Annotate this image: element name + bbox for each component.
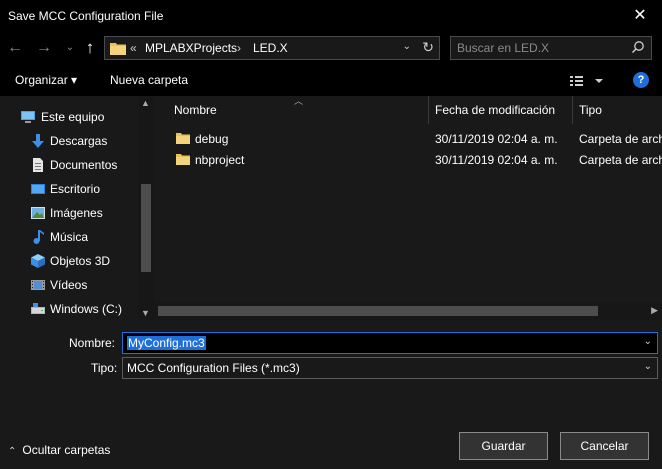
column-header-name[interactable]: Nombre [174, 96, 428, 124]
file-name: nbproject [195, 153, 245, 167]
breadcrumb-mplabxprojects[interactable]: MPLABXProjects [145, 41, 237, 55]
file-type: Carpeta de archivos [579, 132, 662, 146]
save-form: Nombre: MyConfig.mc3 ⌄ Tipo: MCC Configu… [0, 320, 662, 469]
breadcrumb-led-x[interactable]: LED.X [253, 41, 288, 55]
folder-icon [110, 43, 126, 55]
sidebar-item-este-equipo[interactable]: Este equipo [0, 105, 138, 129]
hide-folders-toggle[interactable]: ⌃ Ocultar carpetas [8, 443, 110, 457]
column-divider[interactable] [428, 96, 429, 124]
sidebar-item-label: Música [50, 230, 89, 244]
sidebar-item-label: Descargas [50, 134, 108, 148]
sidebar-item-musica[interactable]: Música [0, 225, 138, 249]
sidebar-item-label: Documentos [50, 158, 118, 172]
folder-icon [176, 133, 190, 144]
file-name-value[interactable]: MyConfig.mc3 [127, 336, 206, 350]
search-box [450, 36, 652, 60]
back-arrow-icon[interactable]: ← [5, 38, 25, 58]
file-list: ︿ Nombre Fecha de modificación Tipo debu… [154, 96, 662, 320]
new-folder-button[interactable]: Nueva carpeta [110, 73, 188, 87]
organize-menu-button[interactable]: Organizar ▾ [15, 73, 77, 87]
sidebar-item-label: Este equipo [41, 110, 105, 124]
file-name-label: Nombre: [69, 336, 116, 350]
title-bar: Save MCC Configuration File ✕ [0, 0, 662, 32]
file-type-label: Tipo: [91, 361, 118, 375]
sidebar-item-windows-c[interactable]: Windows (C:) [0, 297, 138, 320]
sidebar-item-label: Objetos 3D [50, 254, 111, 268]
file-type-value: MCC Configuration Files (*.mc3) [127, 361, 300, 375]
forward-arrow-icon[interactable]: → [34, 38, 54, 58]
file-name: debug [195, 132, 229, 146]
navigation-pane: Este equipo Descargas Documentos Escrito… [0, 96, 154, 320]
help-icon[interactable]: ? [633, 72, 649, 88]
sidebar-scroll-thumb[interactable] [141, 184, 151, 272]
scroll-up-icon[interactable]: ▲ [141, 98, 150, 108]
sidebar-item-label: Windows (C:) [50, 302, 123, 316]
sidebar-item-escritorio[interactable]: Escritorio [0, 177, 138, 201]
column-header-date[interactable]: Fecha de modificación [435, 96, 572, 124]
column-divider[interactable] [572, 96, 573, 124]
column-header-type[interactable]: Tipo [579, 96, 662, 124]
search-input[interactable] [457, 40, 617, 56]
command-toolbar: Organizar ▾ Nueva carpeta ? [0, 64, 662, 96]
file-type-select[interactable]: MCC Configuration Files (*.mc3) ⌄ [122, 357, 658, 379]
sidebar-item-documentos[interactable]: Documentos [0, 153, 138, 177]
sidebar-item-label: Escritorio [50, 182, 101, 196]
sidebar-item-videos[interactable]: Vídeos [0, 273, 138, 297]
table-row[interactable]: nbproject 30/11/2019 02:04 a. m. Carpeta… [154, 149, 662, 171]
horizontal-scrollbar[interactable]: ▶ [154, 302, 662, 320]
chevron-down-icon[interactable]: ⌄ [644, 361, 652, 372]
sidebar-item-label: Vídeos [50, 278, 88, 292]
horizontal-scroll-thumb[interactable] [158, 306, 598, 316]
sidebar-item-imagenes[interactable]: Imágenes [0, 201, 138, 225]
hide-folders-label: Ocultar carpetas [22, 443, 111, 457]
address-bar[interactable]: « MPLABXProjects › LED.X ⌄ ↻ [104, 36, 440, 60]
window-title: Save MCC Configuration File [8, 9, 164, 23]
scroll-down-icon[interactable]: ▼ [141, 308, 150, 318]
file-type: Carpeta de archivos [579, 153, 662, 167]
cancel-button[interactable]: Cancelar [560, 432, 649, 460]
close-icon[interactable]: ✕ [630, 6, 650, 26]
search-icon[interactable] [631, 40, 645, 54]
up-arrow-icon[interactable]: ↑ [80, 38, 100, 58]
recent-locations-chevron-icon[interactable]: ⌄ [60, 38, 80, 58]
refresh-icon[interactable]: ↻ [422, 39, 434, 56]
sidebar-scrollbar[interactable]: ▲ ▼ [138, 96, 154, 320]
download-icon [32, 134, 44, 148]
breadcrumb-separator: › [237, 41, 241, 55]
file-date: 30/11/2019 02:04 a. m. [435, 153, 558, 167]
pictures-icon [31, 207, 45, 219]
chevron-up-icon: ⌃ [8, 446, 17, 457]
address-dropdown-icon[interactable]: ⌄ [403, 41, 411, 52]
navigation-bar: ← → ⌄ ↑ « MPLABXProjects › LED.X ⌄ ↻ [0, 32, 662, 64]
drive-icon [31, 303, 45, 314]
sidebar-item-label: Imágenes [50, 206, 103, 220]
video-icon [31, 280, 45, 290]
breadcrumb-overflow[interactable]: « [130, 41, 137, 55]
file-date: 30/11/2019 02:04 a. m. [435, 132, 558, 146]
cube-icon [31, 254, 45, 268]
sidebar-item-objetos-3d[interactable]: Objetos 3D [0, 249, 138, 273]
file-name-field[interactable]: MyConfig.mc3 ⌄ [122, 332, 658, 354]
chevron-down-icon[interactable]: ⌄ [644, 336, 652, 347]
scroll-right-icon[interactable]: ▶ [651, 305, 658, 316]
computer-icon [21, 111, 35, 123]
music-icon [33, 230, 44, 244]
save-button[interactable]: Guardar [459, 432, 548, 460]
folder-icon [176, 154, 190, 165]
document-icon [33, 158, 43, 172]
table-row[interactable]: debug 30/11/2019 02:04 a. m. Carpeta de … [154, 128, 662, 150]
view-options-icon[interactable] [568, 73, 608, 89]
desktop-icon [31, 184, 45, 194]
sidebar-item-descargas[interactable]: Descargas [0, 129, 138, 153]
